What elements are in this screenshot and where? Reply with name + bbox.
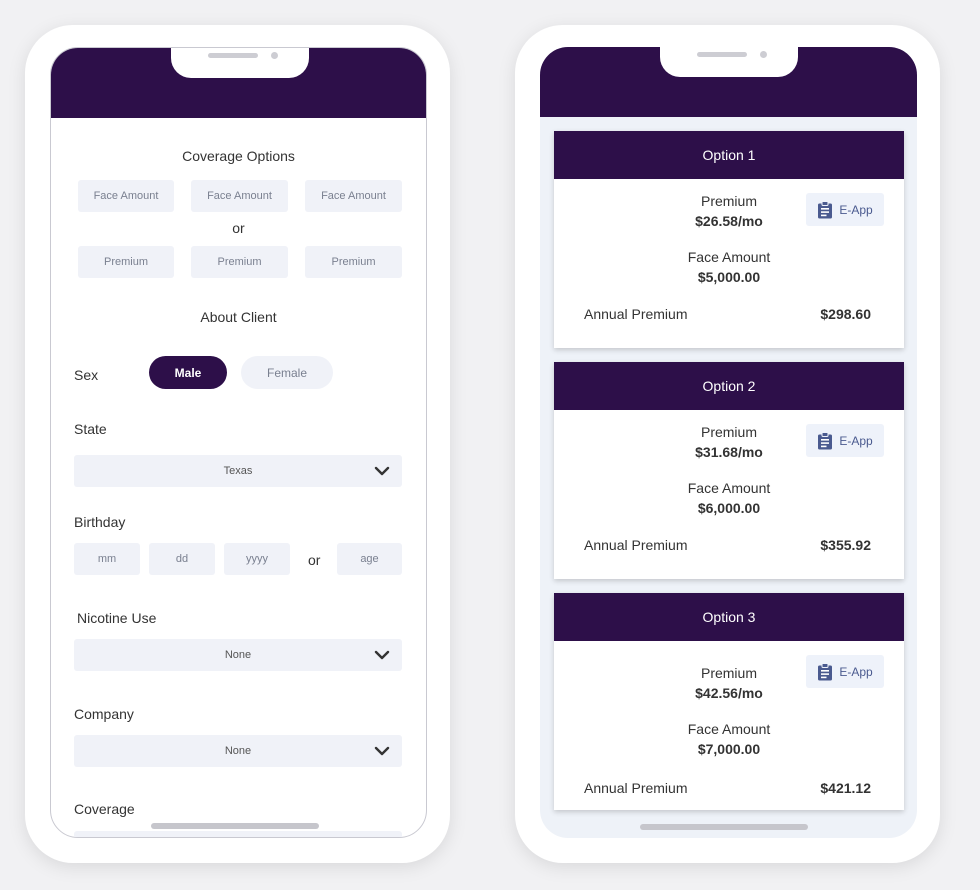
phone-notch xyxy=(660,47,798,77)
form-screen: Coverage Options Face Amount Face Amount… xyxy=(50,47,427,838)
sex-label: Sex xyxy=(74,367,99,383)
premium-input-3[interactable]: Premium xyxy=(305,246,402,278)
option-card-3: Option 3 Premium $42.56/mo Face Amount $… xyxy=(554,593,904,810)
home-indicator xyxy=(640,824,808,830)
eapp-label: E-App xyxy=(839,202,873,217)
company-select[interactable]: None xyxy=(74,735,402,767)
coverage-options-title: Coverage Options xyxy=(182,148,295,164)
eapp-button[interactable]: E-App xyxy=(806,424,884,457)
eapp-label: E-App xyxy=(839,664,873,679)
face-amount-label: Face Amount xyxy=(687,249,771,265)
sex-male-button[interactable]: Male xyxy=(149,356,227,389)
phone-form: Coverage Options Face Amount Face Amount… xyxy=(25,25,450,863)
speaker xyxy=(697,52,747,57)
nicotine-select[interactable]: None xyxy=(74,639,402,671)
chevron-down-icon xyxy=(374,466,390,476)
company-label: Company xyxy=(74,706,134,722)
option-title: Option 3 xyxy=(554,593,904,641)
birthday-month-input[interactable]: mm xyxy=(74,543,140,575)
face-amount-input-2[interactable]: Face Amount xyxy=(191,180,288,212)
birthday-label: Birthday xyxy=(74,514,126,530)
state-label: State xyxy=(74,421,107,437)
clipboard-icon xyxy=(818,662,833,680)
option-card-1: Option 1 Premium $26.58/mo Face Amount $… xyxy=(554,131,904,348)
clipboard-icon xyxy=(818,200,833,218)
or-divider: or xyxy=(232,220,245,236)
annual-premium-value: $298.60 xyxy=(820,306,871,322)
company-value: None xyxy=(224,745,252,757)
annual-premium-label: Annual Premium xyxy=(584,306,688,322)
state-value: Texas xyxy=(223,465,253,477)
phone-results: Option 1 Premium $26.58/mo Face Amount $… xyxy=(515,25,940,863)
annual-premium-label: Annual Premium xyxy=(584,537,688,553)
phone-notch xyxy=(171,48,309,78)
birthday-day-input[interactable]: dd xyxy=(149,543,215,575)
chevron-down-icon xyxy=(374,746,390,756)
annual-premium-label: Annual Premium xyxy=(584,780,688,796)
eapp-button[interactable]: E-App xyxy=(806,193,884,226)
nicotine-label: Nicotine Use xyxy=(77,610,157,626)
camera xyxy=(271,52,278,59)
birthday-year-input[interactable]: yyyy xyxy=(224,543,290,575)
face-amount-label: Face Amount xyxy=(687,480,771,496)
camera xyxy=(760,51,767,58)
option-card-2: Option 2 Premium $31.68/mo Face Amount $… xyxy=(554,362,904,579)
about-client-title: About Client xyxy=(200,309,277,325)
option-title: Option 1 xyxy=(554,131,904,179)
face-amount-input-3[interactable]: Face Amount xyxy=(305,180,402,212)
coverage-label: Coverage xyxy=(74,801,135,817)
annual-premium-value: $421.12 xyxy=(820,780,871,796)
annual-premium-value: $355.92 xyxy=(820,537,871,553)
eapp-button[interactable]: E-App xyxy=(806,655,884,688)
chevron-down-icon xyxy=(374,650,390,660)
home-indicator xyxy=(151,823,319,829)
face-amount-value: $7,000.00 xyxy=(697,741,761,757)
clipboard-icon xyxy=(818,431,833,449)
age-input[interactable]: age xyxy=(337,543,402,575)
state-select[interactable]: Texas xyxy=(74,455,402,487)
face-amount-value: $6,000.00 xyxy=(697,500,761,516)
option-title: Option 2 xyxy=(554,362,904,410)
face-amount-value: $5,000.00 xyxy=(697,269,761,285)
face-amount-input-1[interactable]: Face Amount xyxy=(78,180,174,212)
eapp-label: E-App xyxy=(839,433,873,448)
results-screen: Option 1 Premium $26.58/mo Face Amount $… xyxy=(540,47,917,838)
premium-input-2[interactable]: Premium xyxy=(191,246,288,278)
coverage-select[interactable] xyxy=(74,831,402,837)
premium-input-1[interactable]: Premium xyxy=(78,246,174,278)
speaker xyxy=(208,53,258,58)
birthday-or-label: or xyxy=(308,552,321,568)
sex-female-button[interactable]: Female xyxy=(241,356,333,389)
face-amount-label: Face Amount xyxy=(687,721,771,737)
nicotine-value: None xyxy=(224,649,252,661)
